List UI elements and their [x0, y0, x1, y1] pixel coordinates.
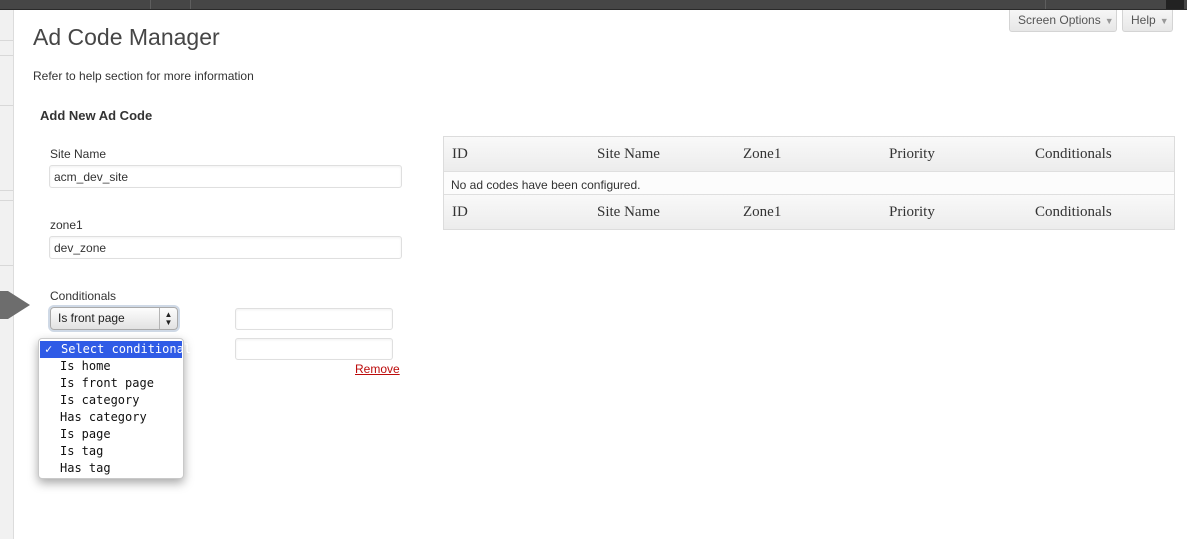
table-header: ID Site Name Zone1 Priority Conditionals: [444, 137, 1174, 172]
zone1-input[interactable]: [49, 236, 402, 259]
column-footer-site-name[interactable]: Site Name: [597, 204, 660, 221]
column-footer-zone1[interactable]: Zone1: [743, 204, 781, 221]
admin-bar-separator: [150, 0, 151, 9]
site-name-input[interactable]: [49, 165, 402, 188]
conditional-value-input[interactable]: [235, 308, 393, 330]
dropdown-option[interactable]: Has category: [39, 409, 183, 426]
dropdown-option[interactable]: Is page: [39, 426, 183, 443]
table-footer: ID Site Name Zone1 Priority Conditionals: [444, 194, 1174, 229]
screen-options-button[interactable]: Screen Options ▼: [1009, 10, 1117, 32]
current-menu-indicator: [0, 291, 8, 319]
column-header-conditionals[interactable]: Conditionals: [1035, 146, 1112, 163]
select-stepper-icon: ▲ ▼: [159, 308, 177, 329]
section-title: Add New Ad Code: [40, 108, 153, 123]
site-name-label: Site Name: [50, 147, 107, 161]
conditionals-label: Conditionals: [50, 289, 117, 303]
admin-bar: [0, 0, 1187, 10]
chevron-down-icon: ▼: [1104, 16, 1114, 26]
chevron-down-icon: ▼: [1159, 16, 1169, 26]
avatar[interactable]: [1166, 0, 1184, 9]
dropdown-option[interactable]: Is front page: [39, 375, 183, 392]
dropdown-option[interactable]: ✓ Select conditional: [40, 341, 191, 358]
help-note: Refer to help section for more informati…: [33, 69, 254, 83]
dropdown-option[interactable]: Is category: [39, 392, 183, 409]
dropdown-option[interactable]: Is home: [39, 358, 183, 375]
column-footer-priority[interactable]: Priority: [889, 204, 935, 221]
admin-menu: [0, 10, 14, 539]
remove-conditional-link[interactable]: Remove: [355, 362, 400, 376]
admin-bar-separator: [190, 0, 191, 9]
current-menu-arrow-icon: [8, 291, 30, 319]
checkmark-icon: ✓: [45, 342, 53, 356]
empty-table-message: No ad codes have been configured.: [444, 172, 1174, 194]
help-label: Help: [1131, 13, 1156, 27]
column-header-zone1[interactable]: Zone1: [743, 146, 781, 163]
dropdown-option[interactable]: Is tag: [39, 443, 183, 460]
column-header-site-name[interactable]: Site Name: [597, 146, 660, 163]
column-footer-id[interactable]: ID: [452, 204, 468, 221]
column-header-priority[interactable]: Priority: [889, 146, 935, 163]
ad-codes-table: ID Site Name Zone1 Priority Conditionals…: [443, 136, 1175, 230]
dropdown-option[interactable]: Has tag: [39, 460, 183, 477]
help-button[interactable]: Help ▼: [1122, 10, 1173, 32]
conditional-dropdown[interactable]: ✓ Select conditional Is home Is front pag…: [38, 338, 191, 479]
page-title: Ad Code Manager: [33, 24, 220, 50]
zone1-label: zone1: [50, 218, 83, 232]
screen-options-label: Screen Options: [1018, 13, 1101, 27]
conditional-value-input-2[interactable]: [235, 338, 393, 360]
column-header-id[interactable]: ID: [452, 146, 468, 163]
admin-bar-separator: [1045, 0, 1046, 9]
column-footer-conditionals[interactable]: Conditionals: [1035, 204, 1112, 221]
conditional-select-value: Is front page: [58, 311, 125, 325]
conditional-select[interactable]: Is front page ▲ ▼: [50, 307, 178, 330]
